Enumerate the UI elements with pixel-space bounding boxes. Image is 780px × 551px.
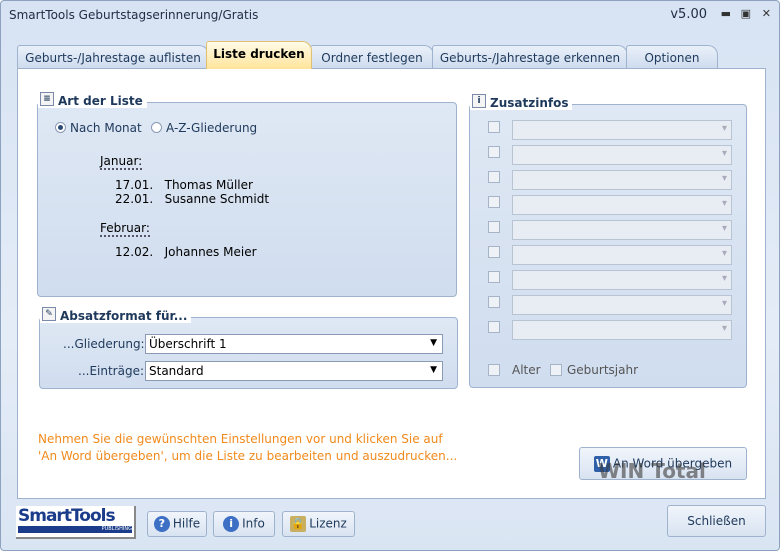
- tab-optionen[interactable]: Optionen: [626, 45, 718, 69]
- tab-panel: ≡ Art der Liste Nach Monat A-Z-Gliederung…: [17, 68, 766, 499]
- group-title: Zusatzinfos: [490, 96, 569, 110]
- alter-checkbox[interactable]: [488, 364, 500, 376]
- zusatz-combo-4[interactable]: [512, 195, 732, 215]
- group-title: Absatzformat für...: [60, 309, 188, 323]
- info-button[interactable]: i Info: [213, 511, 275, 537]
- zusatzinfos-group: i Zusatzinfos Alter Geburtsjahr: [469, 94, 747, 388]
- zusatz-combo-2[interactable]: [512, 145, 732, 165]
- help-icon: ?: [153, 516, 170, 532]
- info-doc-icon: i: [472, 94, 486, 108]
- zusatz-checkbox-6[interactable]: [488, 246, 500, 258]
- zusatz-combo-3[interactable]: [512, 170, 732, 190]
- minimize-button[interactable]: ▬: [721, 7, 731, 20]
- alter-label: Alter: [512, 363, 541, 377]
- geburtsjahr-label: Geburtsjahr: [567, 363, 639, 377]
- zusatz-checkbox-1[interactable]: [488, 121, 500, 133]
- eintraege-label: ...Einträge:: [78, 364, 144, 378]
- art-der-liste-group: ≡ Art der Liste Nach Monat A-Z-Gliederung…: [37, 92, 457, 297]
- tab-erkennen[interactable]: Geburts-/Jahrestage erkennen: [432, 45, 628, 69]
- zusatz-checkbox-4[interactable]: [488, 196, 500, 208]
- zusatz-combo-8[interactable]: [512, 295, 732, 315]
- zusatz-checkbox-7[interactable]: [488, 271, 500, 283]
- schliessen-button[interactable]: Schließen: [667, 505, 766, 537]
- radio-nach-monat[interactable]: Nach Monat: [55, 121, 142, 135]
- license-icon: 🔒: [290, 516, 307, 532]
- format-icon: ✎: [42, 307, 56, 321]
- tab-liste-drucken[interactable]: Liste drucken: [206, 41, 312, 69]
- lizenz-button[interactable]: 🔒 Lizenz: [282, 511, 355, 537]
- hilfe-button[interactable]: ? Hilfe: [147, 511, 207, 537]
- zusatz-checkbox-8[interactable]: [488, 296, 500, 308]
- zusatz-combo-1[interactable]: [512, 120, 732, 140]
- window-title: SmartTools Geburtstagserinnerung/Gratis: [9, 8, 259, 22]
- close-window-button[interactable]: ✕: [762, 7, 771, 20]
- zusatz-checkbox-9[interactable]: [488, 321, 500, 333]
- zusatz-combo-6[interactable]: [512, 245, 732, 265]
- zusatz-combo-9[interactable]: [512, 320, 732, 340]
- list-icon: ≡: [40, 92, 54, 106]
- app-window: SmartTools Geburtstagserinnerung/Gratis …: [0, 0, 780, 551]
- tab-auflisten[interactable]: Geburts-/Jahrestage auflisten: [17, 45, 209, 69]
- absatzformat-group: ✎ Absatzformat für... ...Gliederung: Über…: [39, 307, 458, 389]
- eintraege-select[interactable]: Standard ▼: [145, 361, 443, 381]
- zusatz-checkbox-2[interactable]: [488, 146, 500, 158]
- zusatz-checkbox-5[interactable]: [488, 221, 500, 233]
- maximize-button[interactable]: ▣: [741, 7, 751, 20]
- smarttools-logo: SmartTools PUBLISHING: [16, 506, 136, 539]
- watermark: WIN Total: [598, 459, 706, 483]
- tab-ordner[interactable]: Ordner festlegen: [310, 45, 434, 69]
- group-title: Art der Liste: [58, 94, 143, 108]
- zusatz-combo-5[interactable]: [512, 220, 732, 240]
- zusatz-checkbox-3[interactable]: [488, 171, 500, 183]
- gliederung-label: ...Gliederung:: [63, 337, 145, 351]
- geburtsjahr-checkbox[interactable]: [550, 364, 562, 376]
- zusatz-combo-7[interactable]: [512, 270, 732, 290]
- list-preview: Januar: 17.01. Thomas Müller 22.01. Susa…: [100, 154, 270, 259]
- gliederung-select[interactable]: Überschrift 1 ▼: [145, 334, 443, 354]
- info-icon: i: [223, 516, 240, 532]
- radio-a-z[interactable]: A-Z-Gliederung: [151, 121, 257, 135]
- hint-text: Nehmen Sie die gewünschten Einstellungen…: [38, 432, 458, 463]
- version-label: v5.00: [670, 7, 707, 22]
